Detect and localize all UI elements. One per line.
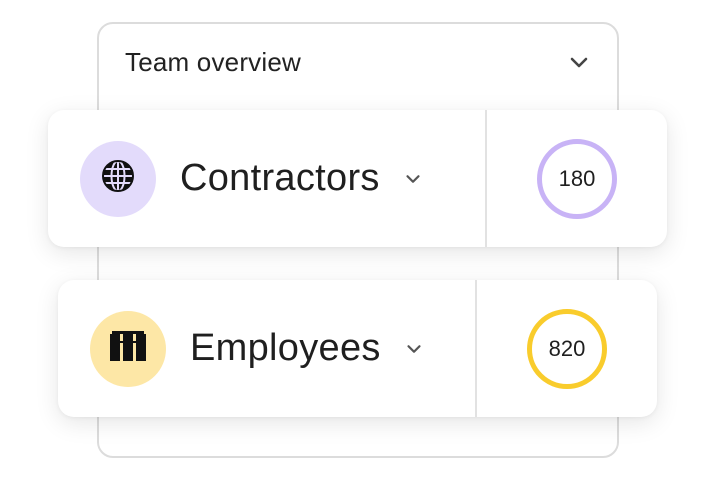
contractors-card: Contractors 180 [48, 110, 667, 247]
contractors-selector[interactable]: Contractors [48, 110, 485, 247]
contractors-count-area: 180 [487, 110, 667, 247]
employees-card: Employees 820 [58, 280, 657, 417]
team-overview-widget: Team overview Contractors 180 Employees … [0, 0, 716, 480]
employees-label: Employees [190, 327, 381, 369]
contractors-count-badge: 180 [537, 138, 617, 219]
building-icon [108, 329, 148, 368]
chevron-down-icon[interactable] [565, 48, 593, 76]
panel-title: Team overview [125, 46, 301, 77]
employees-count-area: 820 [477, 280, 657, 417]
chevron-down-icon[interactable] [403, 338, 425, 360]
chevron-down-icon[interactable] [402, 168, 424, 190]
employees-icon-circle [90, 310, 166, 387]
contractors-label: Contractors [180, 157, 380, 199]
contractors-icon-circle [80, 140, 156, 217]
employees-count-badge: 820 [527, 308, 607, 389]
panel-header[interactable]: Team overview [99, 24, 617, 100]
globe-icon [101, 159, 135, 198]
employees-selector[interactable]: Employees [58, 280, 475, 417]
